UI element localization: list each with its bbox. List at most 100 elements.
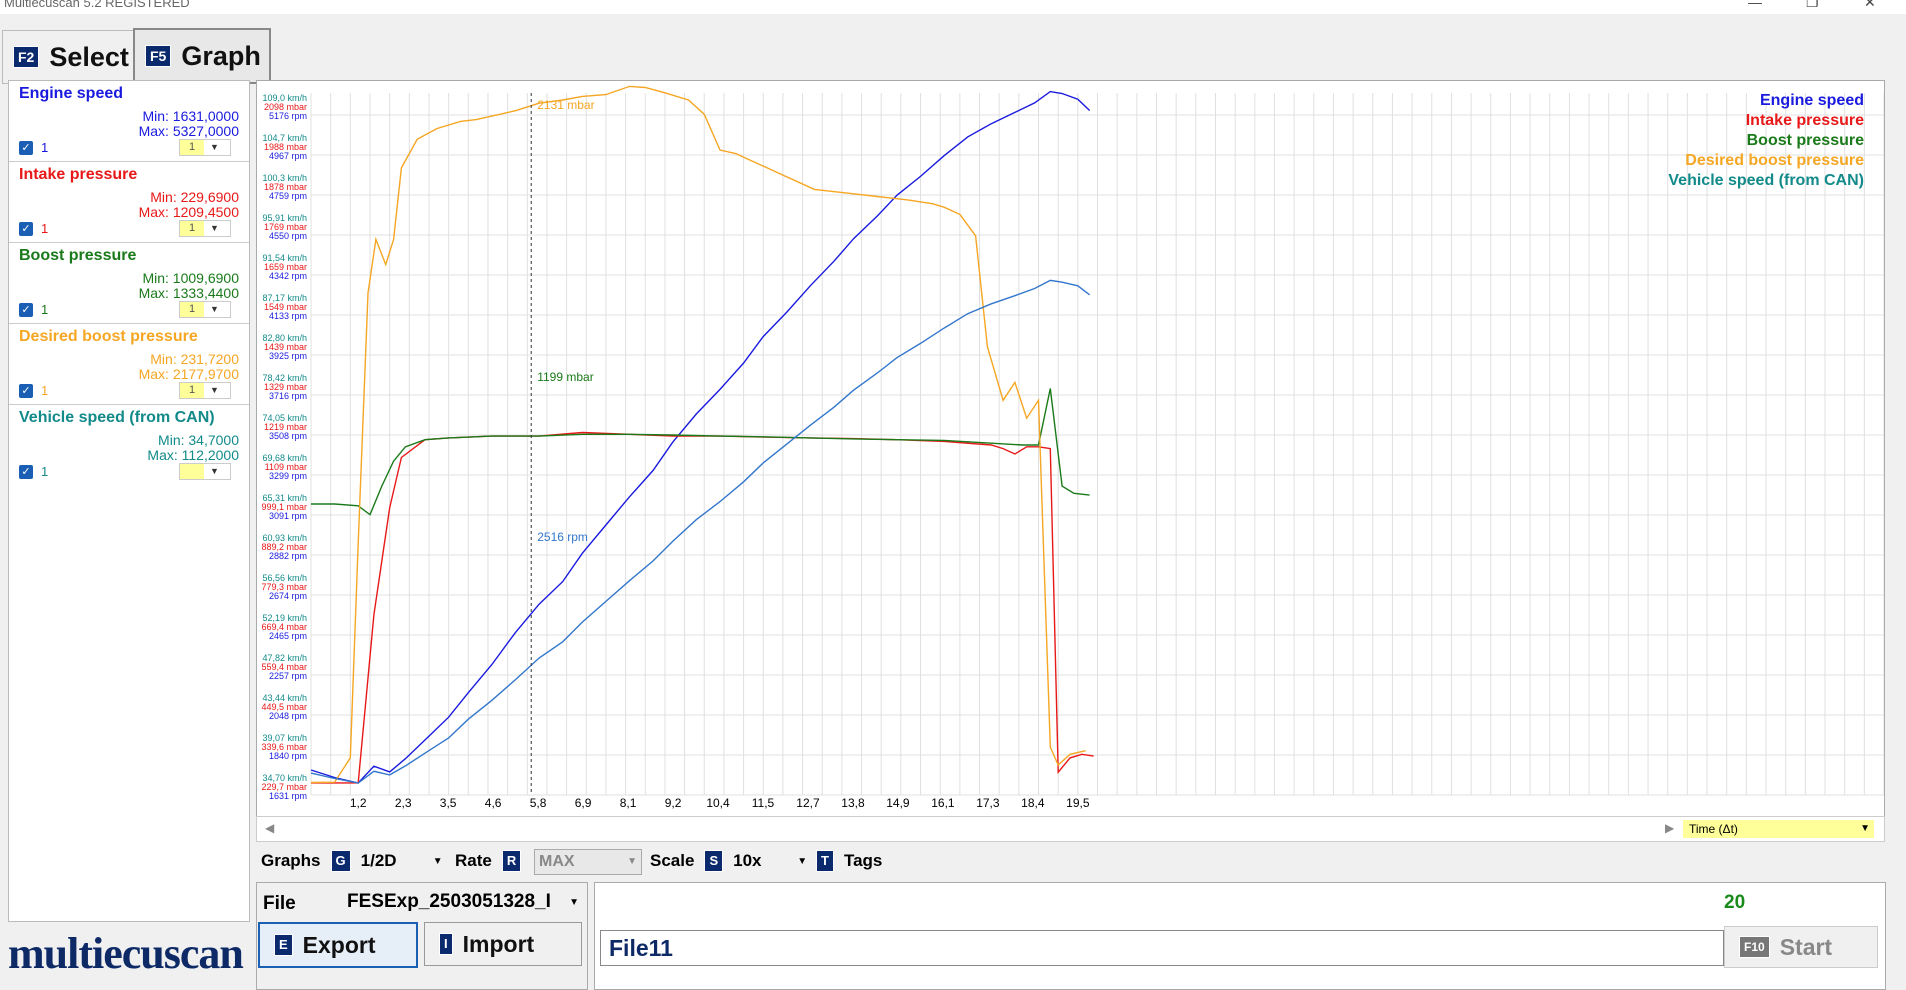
y-tick-label: 1631 rpm <box>269 791 307 801</box>
start-button[interactable]: F10 Start <box>1724 926 1878 968</box>
y-tick-label: 4342 rpm <box>269 271 307 281</box>
scale-select[interactable]: 1 ▼ <box>179 139 231 156</box>
signal-min: Min: 34,7000 <box>158 432 239 448</box>
legend-intake-pressure: Intake pressure <box>1745 112 1864 129</box>
x-tick-label: 5,8 <box>530 796 547 810</box>
import-button[interactable]: I Import <box>424 922 582 966</box>
restore-icon[interactable]: ❐ <box>1806 0 1819 9</box>
record-count: 20 <box>1724 892 1746 913</box>
y-tick-label: 2048 rpm <box>269 711 307 721</box>
chevron-down-icon: ▼ <box>797 855 808 867</box>
scale-value: 10x <box>733 851 762 870</box>
x-tick-label: 17,3 <box>976 796 1000 810</box>
chevron-down-icon: ▼ <box>569 897 579 908</box>
x-tick-label: 1,2 <box>350 796 367 810</box>
close-icon[interactable]: ✕ <box>1864 0 1876 9</box>
scroll-right-icon[interactable]: ▶ <box>1665 821 1674 835</box>
signal-desired-boost-pressure[interactable]: Desired boost pressure Min: 231,7200 Max… <box>9 324 249 405</box>
tags-control[interactable]: T Tags <box>816 848 882 874</box>
scale-value <box>180 464 204 479</box>
file-select[interactable]: FESExp_2503051328_I ▼ <box>347 891 581 917</box>
signal-intake-pressure[interactable]: Intake pressure Min: 229,6900 Max: 1209,… <box>9 162 249 243</box>
x-tick-label: 4,6 <box>485 796 502 810</box>
tags-label: Tags <box>843 851 883 870</box>
checkbox[interactable]: ✓ <box>19 222 33 236</box>
minimize-icon[interactable]: — <box>1748 0 1762 9</box>
file-name-input[interactable]: File11 <box>600 930 1724 966</box>
scale-select[interactable]: 1 ▼ <box>179 382 231 399</box>
x-tick-label: 3,5 <box>440 796 457 810</box>
line-chart[interactable]: 109,0 km/h2098 mbar5176 rpm104,7 km/h198… <box>257 81 1884 815</box>
y-tick-label: 2674 rpm <box>269 591 307 601</box>
signal-name: Vehicle speed (from CAN) <box>19 409 215 426</box>
tab-select[interactable]: F2 Select <box>2 30 134 84</box>
scale-select[interactable]: 1 ▼ <box>179 301 231 318</box>
rate-control: Rate R <box>455 848 531 874</box>
checkbox[interactable]: ✓ <box>19 465 33 479</box>
series-line <box>310 85 1086 784</box>
scale-select[interactable]: ▼ <box>179 463 231 480</box>
scale-control: Scale S 10x ▼ <box>650 848 807 874</box>
signal-max: Max: 1333,4400 <box>138 285 239 301</box>
tab-graph-label: Graph <box>181 40 261 71</box>
legend-engine-speed: Engine speed <box>1759 92 1864 109</box>
signal-boost-pressure[interactable]: Boost pressure Min: 1009,6900 Max: 1333,… <box>9 243 249 324</box>
time-axis-label: Time (Δt) <box>1689 822 1738 836</box>
y-tick-label: 3299 rpm <box>269 471 307 481</box>
scale-label: Scale <box>650 851 695 870</box>
export-label: Export <box>302 931 376 958</box>
scale-select[interactable]: 1 ▼ <box>179 220 231 237</box>
x-tick-label: 2,3 <box>395 796 412 810</box>
s-key-icon: S <box>704 850 724 872</box>
tab-graph[interactable]: F5 Graph <box>133 28 271 84</box>
time-scrollbar[interactable]: ◀ ▶ Time (Δt) ▼ <box>256 816 1885 842</box>
checkbox[interactable]: ✓ <box>19 384 33 398</box>
signal-max: Max: 2177,9700 <box>138 366 239 382</box>
graphs-control: Graphs G 1/2D ▼ <box>261 848 443 874</box>
graph-area[interactable]: 109,0 km/h 2098 mbar 5176 rpm 104,7 km/h 198… <box>256 80 1885 842</box>
rate-select[interactable]: MAX ▼ <box>534 849 642 875</box>
x-tick-label: 19,5 <box>1066 796 1090 810</box>
series-line <box>311 388 1090 516</box>
x-tick-label: 8,1 <box>620 796 637 810</box>
signal-min: Min: 1631,0000 <box>142 108 239 124</box>
y-tick-label: 2257 rpm <box>269 671 307 681</box>
x-tick-label: 12,7 <box>796 796 820 810</box>
series-line <box>310 279 1091 784</box>
legend-boost-pressure: Boost pressure <box>1746 132 1864 149</box>
signal-min: Min: 229,6900 <box>150 189 239 205</box>
x-tick-label: 6,9 <box>575 796 592 810</box>
checkbox[interactable]: ✓ <box>19 141 33 155</box>
scroll-left-icon[interactable]: ◀ <box>265 821 274 835</box>
window-title: Multiecuscan 5.2 REGISTERED <box>4 0 190 10</box>
signal-vehicle-speed[interactable]: Vehicle speed (from CAN) Min: 34,7000 Ma… <box>9 405 249 485</box>
signal-count: 1 <box>41 140 49 155</box>
x-tick-label: 14,9 <box>886 796 910 810</box>
scale-select[interactable]: 10x ▼ <box>733 851 807 871</box>
series-line <box>311 431 1094 784</box>
y-tick-label: 3716 rpm <box>269 391 307 401</box>
tab-bar: F2 Select F5 Graph <box>0 14 1906 84</box>
x-tick-label: 13,8 <box>841 796 865 810</box>
time-axis-select[interactable]: Time (Δt) ▼ <box>1683 820 1874 838</box>
y-tick-label: 3091 rpm <box>269 511 307 521</box>
checkbox[interactable]: ✓ <box>19 303 33 317</box>
graphs-label: Graphs <box>261 851 321 870</box>
y-tick-label: 2465 rpm <box>269 631 307 641</box>
y-tick-label: 2882 rpm <box>269 551 307 561</box>
t-key-icon: T <box>816 850 834 872</box>
export-button[interactable]: E Export <box>258 922 418 968</box>
chart-legend: Engine speed Intake pressure Boost press… <box>1668 91 1864 191</box>
title-bar: Multiecuscan 5.2 REGISTERED — ❐ ✕ <box>0 0 1906 14</box>
signal-count: 1 <box>41 383 49 398</box>
file-select-value: FESExp_2503051328_I <box>347 891 551 912</box>
signal-max: Max: 5327,0000 <box>138 123 239 139</box>
chevron-down-icon: ▼ <box>210 142 219 152</box>
y-tick-label: 4550 rpm <box>269 231 307 241</box>
legend-desired-boost-pressure: Desired boost pressure <box>1685 152 1864 169</box>
graphs-select[interactable]: 1/2D ▼ <box>361 851 443 871</box>
signal-count: 1 <box>41 221 49 236</box>
signal-name: Engine speed <box>19 85 124 102</box>
signal-engine-speed[interactable]: Engine speed Min: 1631,0000 Max: 5327,00… <box>9 81 249 162</box>
chevron-down-icon: ▼ <box>432 855 443 867</box>
